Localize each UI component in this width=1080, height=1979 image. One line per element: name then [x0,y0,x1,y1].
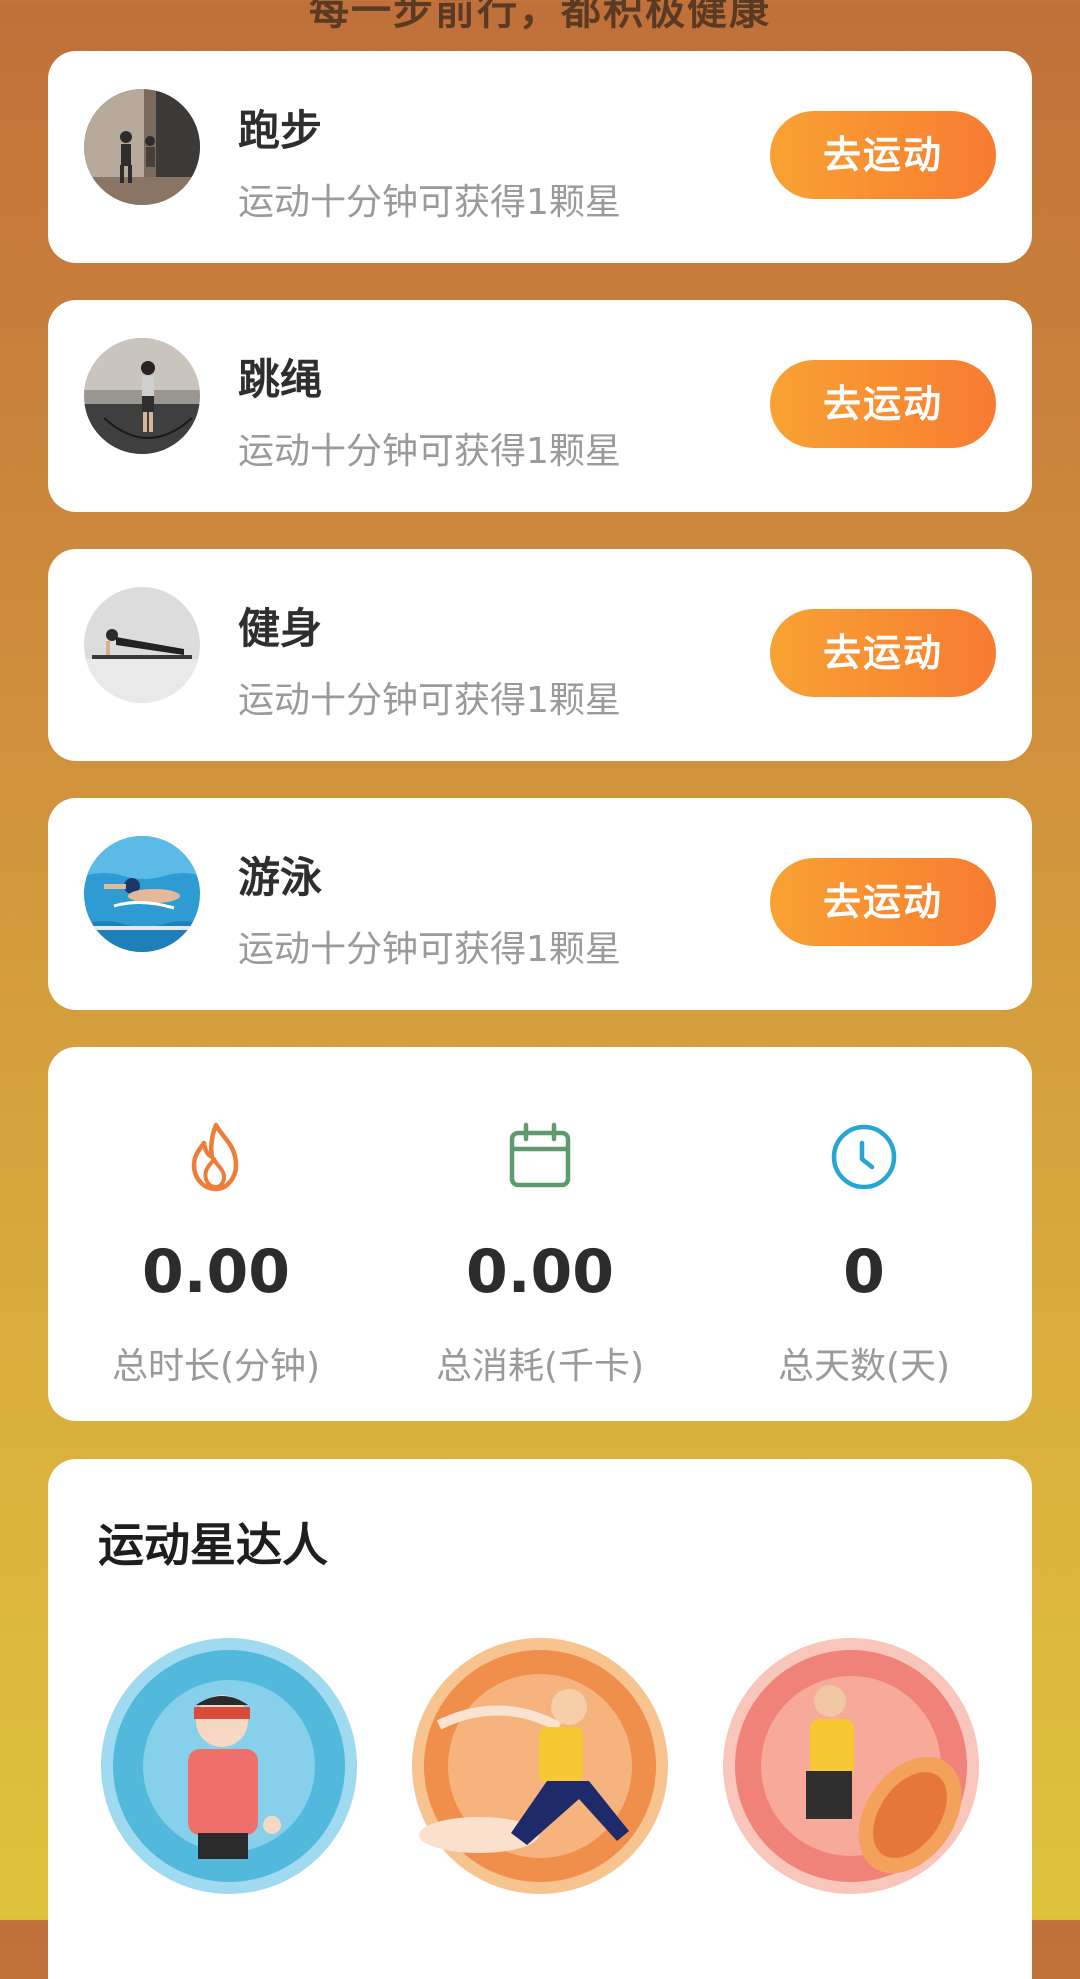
sport-title: 跳绳 [238,355,323,404]
section-title: 运动星达人 [98,1518,328,1572]
pink-kicker-badge[interactable] [720,1635,982,1897]
stat-value: 0 [843,1237,885,1307]
sport-card-jump-rope[interactable]: 跳绳 运动十分钟可获得1颗星 去运动 [48,300,1032,512]
stat-label: 总时长(分钟) [111,1346,321,1387]
running-photo [84,89,200,205]
sport-card-running[interactable]: 跑步 运动十分钟可获得1颗星 去运动 [48,51,1032,263]
stat-label: 总消耗(千卡) [435,1346,645,1387]
go-exercise-button[interactable]: 去运动 [770,111,996,199]
sport-title: 跑步 [238,106,323,155]
fitness-photo [84,587,200,703]
stats-card: 0.00 总时长(分钟) 0.00 总消耗(千卡) 0 总天数(天) [48,1047,1032,1421]
sport-title: 健身 [238,604,323,653]
stat-total-duration: 0.00 总时长(分钟) [76,1047,356,1421]
blue-runner-badge[interactable] [98,1635,360,1897]
stat-value: 0.00 [465,1237,615,1307]
stat-label: 总天数(天) [777,1346,951,1387]
sport-card-swimming[interactable]: 游泳 运动十分钟可获得1颗星 去运动 [48,798,1032,1010]
go-exercise-button[interactable]: 去运动 [770,609,996,697]
sport-card-fitness[interactable]: 健身 运动十分钟可获得1颗星 去运动 [48,549,1032,761]
header-slogan: 每一步前行，都积极健康 [309,0,771,34]
sport-desc: 运动十分钟可获得1颗星 [238,431,621,472]
star-section-card: 运动星达人 [48,1459,1032,1979]
jump-rope-photo [84,338,200,454]
orange-leaper-badge[interactable] [409,1635,671,1897]
swimming-photo [84,836,200,952]
sport-desc: 运动十分钟可获得1颗星 [238,182,621,223]
sport-desc: 运动十分钟可获得1颗星 [238,680,621,721]
header-slogan-clip: 每一步前行，都积极健康 [0,0,1080,50]
go-exercise-button[interactable]: 去运动 [770,360,996,448]
stat-total-calories: 0.00 总消耗(千卡) [400,1047,680,1421]
flame-icon [191,1122,239,1192]
clock-icon [831,1124,897,1190]
go-exercise-button[interactable]: 去运动 [770,858,996,946]
sport-desc: 运动十分钟可获得1颗星 [238,929,621,970]
stat-value: 0.00 [141,1237,291,1307]
calendar-icon [509,1122,571,1188]
sport-title: 游泳 [238,853,323,902]
stat-total-days: 0 总天数(天) [724,1047,1004,1421]
